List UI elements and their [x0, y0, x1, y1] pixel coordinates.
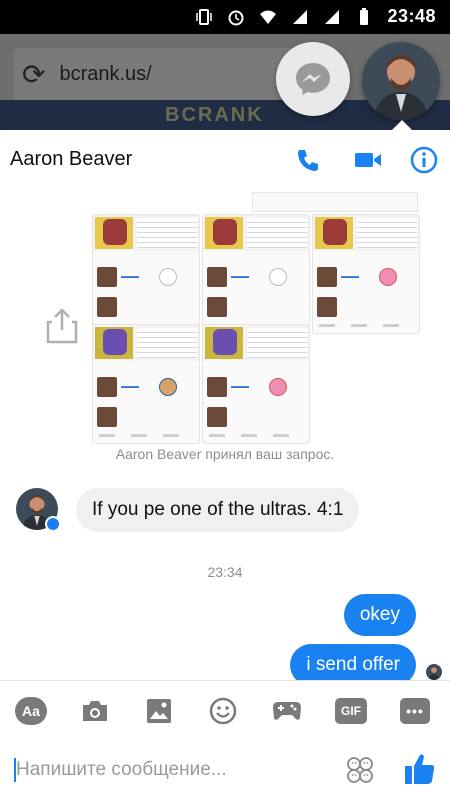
- phone-icon: [298, 150, 318, 171]
- messenger-chathead[interactable]: [276, 42, 350, 116]
- shared-image-thumbnail[interactable]: ▬▬▬: [312, 214, 420, 334]
- shared-image-thumbnail[interactable]: ▬▬▬: [92, 214, 200, 334]
- chat-header: Aaron Beaver: [0, 120, 450, 190]
- game-button[interactable]: [270, 695, 304, 727]
- emoji-icon: [209, 697, 237, 725]
- battery-icon: [360, 7, 369, 25]
- image-icon: [147, 699, 171, 723]
- info-button[interactable]: [408, 144, 440, 176]
- video-call-icon: [355, 153, 381, 167]
- game-icon: [273, 702, 301, 720]
- share-icon[interactable]: [46, 308, 78, 344]
- wifi-icon: [260, 10, 277, 24]
- avatar: [362, 42, 440, 120]
- gif-icon: GIF: [335, 698, 367, 724]
- site-brand: BCRANK: [165, 104, 264, 126]
- incoming-message[interactable]: If you pe one of the ultras. 4:1: [76, 488, 360, 532]
- outgoing-message[interactable]: okey: [343, 594, 416, 636]
- text-format-icon: Aa: [15, 697, 47, 725]
- read-receipt-avatar: [426, 664, 442, 680]
- system-note: Aaron Beaver принял ваш запрос.: [115, 446, 335, 462]
- image-button[interactable]: [142, 695, 176, 727]
- camera-button[interactable]: [78, 695, 112, 727]
- stickers-icon[interactable]: [346, 756, 374, 784]
- vibrate-icon: [196, 8, 213, 25]
- contact-chathead-avatar[interactable]: [362, 42, 440, 120]
- video-call-button[interactable]: [352, 144, 384, 176]
- messenger-icon: [296, 63, 330, 95]
- message-timestamp: 23:34: [207, 564, 243, 580]
- status-time: 23:48: [387, 6, 436, 26]
- composer-toolbar: Aa GIF •••: [0, 680, 450, 740]
- message-input[interactable]: [16, 754, 326, 786]
- call-button[interactable]: [292, 144, 324, 176]
- shared-image-thumbnail[interactable]: ▬▬▬: [202, 214, 310, 334]
- message-composer: [0, 740, 450, 800]
- like-icon[interactable]: [404, 752, 436, 786]
- gif-button[interactable]: GIF: [334, 695, 368, 727]
- camera-icon: [83, 701, 107, 721]
- signal-icon: [325, 9, 340, 24]
- more-icon: •••: [400, 698, 430, 724]
- info-icon: [410, 146, 438, 174]
- shared-screenshot-bar: [252, 192, 418, 212]
- shared-image-thumbnail[interactable]: ▬▬▬: [92, 324, 200, 444]
- status-bar: 23:48: [0, 0, 450, 34]
- message-list[interactable]: ▬▬▬ ▬▬▬ ▬▬▬ ▬▬▬ ▬▬▬ Aaron Beaver принял …: [0, 190, 450, 680]
- url-text: bcrank.us/: [59, 62, 152, 85]
- url-bar[interactable]: ⟳ bcrank.us/: [14, 48, 314, 100]
- more-button[interactable]: •••: [398, 695, 432, 727]
- shared-image-thumbnail[interactable]: ▬▬▬: [202, 324, 310, 444]
- text-format-button[interactable]: Aa: [14, 695, 48, 727]
- alarm-icon: [228, 10, 244, 25]
- reload-icon[interactable]: ⟳: [22, 58, 45, 91]
- messenger-badge-icon: [45, 516, 61, 532]
- emoji-button[interactable]: [206, 695, 240, 727]
- outgoing-message[interactable]: i send offer: [290, 644, 416, 680]
- signal-icon: [293, 9, 308, 24]
- contact-name[interactable]: Aaron Beaver: [10, 148, 132, 171]
